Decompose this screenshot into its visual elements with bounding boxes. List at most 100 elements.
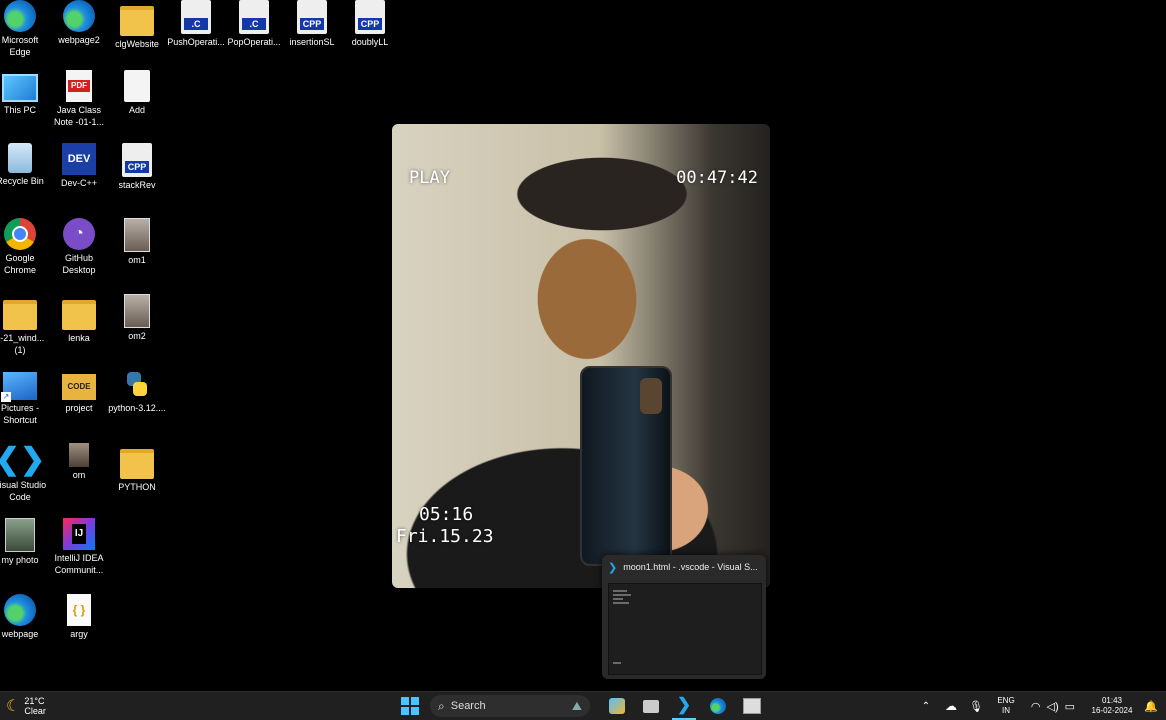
onedrive-button[interactable]: ☁ xyxy=(942,692,960,720)
desktop-icon-python-installer[interactable]: python-3.12.... xyxy=(107,368,167,414)
taskbar-app-vscode[interactable]: ❯ xyxy=(672,692,696,720)
vscode-icon: ❯ xyxy=(608,561,618,574)
desktop-icon-github-desktop[interactable]: ◔ GitHub Desktop xyxy=(49,218,109,276)
desktop-icon-om1[interactable]: om1 xyxy=(107,218,167,266)
intellij-icon: IJ xyxy=(63,518,95,550)
desktop-icon-my-photo[interactable]: my photo xyxy=(0,518,50,566)
taskbar: ☾ 21°C Clear ⌕ Search ⛰ ❯ ⌃ ☁ 🎙 ENG IN ◠… xyxy=(0,691,1166,720)
desktop-icon-java-class-note[interactable]: PDF Java Class Note -01-1... xyxy=(49,70,109,128)
image-icon xyxy=(5,518,35,552)
pictures-icon: ↗ xyxy=(1,372,37,402)
folder-icon xyxy=(3,300,37,330)
desktop-icon-this-pc[interactable]: This PC xyxy=(0,70,50,116)
windows-logo-icon xyxy=(401,697,419,715)
taskbar-app-file-explorer[interactable] xyxy=(640,692,662,720)
weather-desc: Clear xyxy=(24,706,46,716)
taskbar-app-widgets[interactable] xyxy=(606,692,628,720)
clock-time: 01:43 xyxy=(1101,696,1122,705)
photo-clock-date: Fri.15.23 xyxy=(396,526,494,547)
text-file-icon xyxy=(124,70,150,102)
notifications-button[interactable]: 🔔 xyxy=(1142,692,1160,720)
wifi-icon: ◠ xyxy=(1030,700,1041,713)
desktop-icon-insertionsl[interactable]: CPP insertionSL xyxy=(282,0,342,48)
microphone-icon: 🎙 xyxy=(969,700,983,713)
photo-timer: 00:47:42 xyxy=(676,168,758,188)
desktop-icon-microsoft-edge[interactable]: Microsoft Edge xyxy=(0,0,50,58)
devcpp-icon: DEV xyxy=(62,143,96,175)
edge-icon xyxy=(63,0,95,32)
json-file-icon: { } xyxy=(67,594,91,626)
desktop-icon-om[interactable]: om xyxy=(49,443,109,481)
desktop-icon-webpage2[interactable]: webpage2 xyxy=(49,0,109,46)
desktop-icon-intellij[interactable]: IJ IntelliJ IDEA Communit... xyxy=(49,518,109,576)
desktop-icon-devcpp[interactable]: DEV Dev-C++ xyxy=(49,143,109,189)
c-file-icon: .C xyxy=(239,0,269,34)
file-explorer-icon xyxy=(643,699,659,713)
preview-thumbnail[interactable] xyxy=(608,583,762,675)
desktop-icon-popoperation[interactable]: .C PopOperati... xyxy=(224,0,284,48)
folder-icon xyxy=(120,449,154,479)
battery-icon: ▭ xyxy=(1064,700,1076,713)
volume-icon: ◁) xyxy=(1046,700,1059,713)
bell-icon: 🔔 xyxy=(1144,700,1158,713)
desktop-icon-google-chrome[interactable]: Google Chrome xyxy=(0,218,50,276)
computer-icon xyxy=(2,74,38,102)
python-installer-icon xyxy=(121,368,153,400)
edge-icon xyxy=(4,0,36,32)
cloud-icon: ☁ xyxy=(945,699,957,713)
chrome-icon xyxy=(4,218,36,250)
shortcut-arrow-icon: ↗ xyxy=(1,392,11,402)
vscode-icon: ❯ xyxy=(676,695,692,714)
recycle-bin-icon xyxy=(8,143,32,173)
show-hidden-icons-button[interactable]: ⌃ xyxy=(918,692,934,720)
quick-settings-button[interactable]: ◠ ◁) ▭ xyxy=(1026,692,1080,720)
search-icon: ⌕ xyxy=(438,698,445,713)
image-icon xyxy=(69,443,89,467)
taskbar-app-photos[interactable] xyxy=(740,692,764,720)
preview-title-bar: ❯ moon1.html - .vscode - Visual S... xyxy=(608,561,758,574)
desktop-icon-om2[interactable]: om2 xyxy=(107,294,167,342)
desktop-icon-k21-folder[interactable]: k-21_wind... (1) xyxy=(0,294,50,356)
weather-widget[interactable]: ☾ 21°C Clear xyxy=(6,692,66,720)
desktop-icon-webpage[interactable]: webpage xyxy=(0,594,50,640)
c-file-icon: .C xyxy=(181,0,211,34)
desktop-icon-lenka[interactable]: lenka xyxy=(49,294,109,344)
desktop-icon-argy[interactable]: { } argy xyxy=(49,594,109,640)
cpp-file-icon: CPP xyxy=(355,0,385,34)
edge-icon xyxy=(4,594,36,626)
desktop-icon-doublyll[interactable]: CPP doublyLL xyxy=(340,0,400,48)
desktop-icon-project[interactable]: CODE project xyxy=(49,368,109,414)
microphone-button[interactable]: 🎙 xyxy=(968,692,984,720)
taskbar-app-edge[interactable] xyxy=(706,692,730,720)
start-button[interactable] xyxy=(398,692,422,720)
clock-date: 16-02-2024 xyxy=(1091,706,1133,715)
desktop-icon-clgwebsite[interactable]: clgWebsite xyxy=(107,0,167,50)
desktop-icon-add[interactable]: Add xyxy=(107,70,167,116)
taskbar-preview-vscode[interactable]: ❯ moon1.html - .vscode - Visual S... xyxy=(602,555,766,679)
weather-temp: 21°C xyxy=(24,696,45,706)
photo-viewer[interactable]: PLAY 00:47:42 05:16 Fri.15.23 xyxy=(392,124,770,588)
taskbar-search[interactable]: ⌕ Search ⛰ xyxy=(430,695,590,717)
python-logo-icon xyxy=(127,372,147,396)
desktop-icon-vscode[interactable]: ❮❯ Visual Studio Code xyxy=(0,443,50,503)
desktop-icon-pictures-shortcut[interactable]: ↗ Pictures - Shortcut xyxy=(0,368,50,426)
clock[interactable]: 01:43 16-02-2024 xyxy=(1086,692,1138,720)
desktop-icon-python-folder[interactable]: PYTHON xyxy=(107,443,167,493)
photos-icon xyxy=(743,698,761,714)
edge-icon xyxy=(710,698,726,714)
desktop-icon-pushoperation[interactable]: .C PushOperati... xyxy=(166,0,226,48)
language-indicator[interactable]: ENG IN xyxy=(994,692,1018,720)
desktop-icon-stackrev[interactable]: CPP stackRev xyxy=(107,143,167,191)
desktop-icon-recycle-bin[interactable]: Recycle Bin xyxy=(0,143,50,187)
folder-icon xyxy=(120,6,154,36)
pdf-icon: PDF xyxy=(66,70,92,102)
search-highlight-icon: ⛰ xyxy=(571,698,582,713)
chevron-up-icon: ⌃ xyxy=(921,700,931,712)
project-folder-icon: CODE xyxy=(62,374,96,400)
cpp-file-icon: CPP xyxy=(297,0,327,34)
photo-phone xyxy=(580,366,672,566)
vscode-icon: ❮❯ xyxy=(0,443,46,476)
photo-clock-time: 05:16 xyxy=(419,504,474,525)
photo-phone-camera xyxy=(640,378,662,414)
image-icon xyxy=(124,218,150,252)
